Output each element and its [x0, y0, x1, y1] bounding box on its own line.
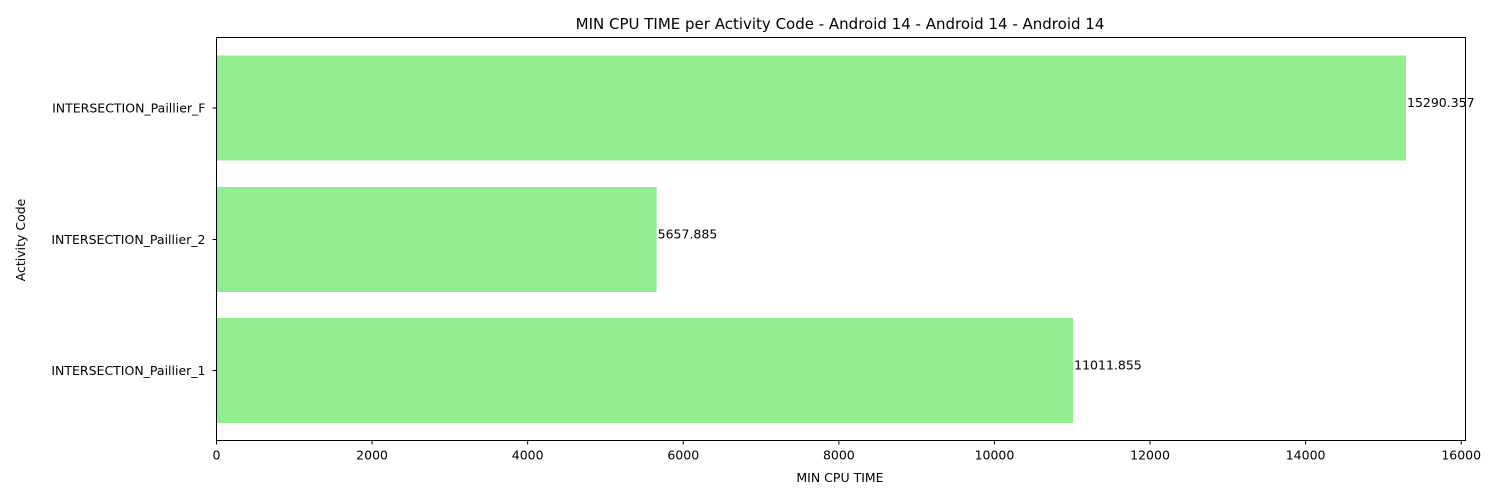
bar-chart: MIN CPU TIME per Activity Code - Android…	[13, 15, 1481, 485]
x-tick-label: 2000	[356, 448, 388, 463]
chart-title: MIN CPU TIME per Activity Code - Android…	[576, 15, 1105, 33]
data-label: 15290.357	[1407, 95, 1475, 110]
x-tick-label: 12000	[1130, 448, 1170, 463]
bar-intersection-paillier-1	[216, 318, 1074, 423]
y-tick-label: INTERSECTION_Paillier_1	[51, 363, 205, 378]
bars-layer	[216, 55, 1407, 423]
chart-container: MIN CPU TIME per Activity Code - Android…	[0, 0, 1500, 500]
bar-intersection-paillier-2	[216, 187, 657, 292]
x-tick-label: 6000	[667, 448, 699, 463]
y-tick-label: INTERSECTION_Paillier_F	[52, 101, 205, 116]
x-tick-label: 4000	[512, 448, 544, 463]
x-tick-label: 14000	[1286, 448, 1326, 463]
x-tick-label: 16000	[1441, 448, 1481, 463]
data-label: 11011.855	[1074, 358, 1142, 373]
x-tick-label: 8000	[823, 448, 855, 463]
x-tick-label: 0	[213, 448, 221, 463]
bar-intersection-paillier-f	[216, 55, 1407, 161]
data-label: 5657.885	[658, 227, 718, 242]
y-tick-label: INTERSECTION_Paillier_2	[51, 232, 205, 247]
x-axis-title: MIN CPU TIME	[796, 470, 883, 485]
y-axis-title: Activity Code	[13, 198, 28, 281]
x-tick-label: 10000	[975, 448, 1015, 463]
